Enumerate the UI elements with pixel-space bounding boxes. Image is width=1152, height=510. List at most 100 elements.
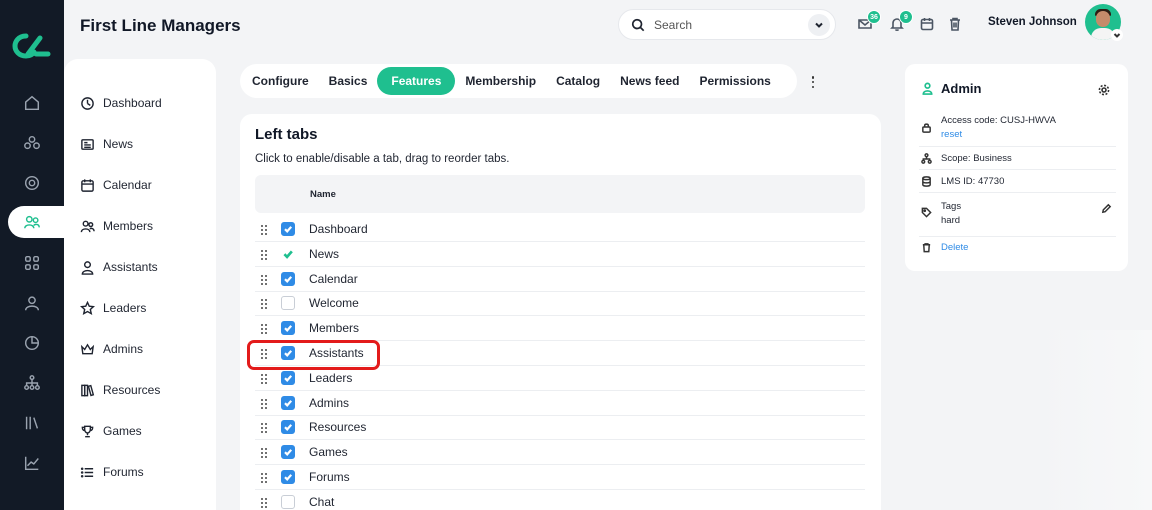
table-row[interactable]: Resources (255, 415, 865, 441)
drag-handle-icon[interactable] (261, 249, 268, 260)
table-row[interactable]: Games (255, 440, 865, 466)
settings-gear-icon[interactable] (1098, 83, 1110, 96)
sidebar-item-dashboard[interactable]: Dashboard (80, 93, 162, 113)
user-name[interactable]: Steven Johnson (988, 16, 1077, 28)
background-fade (1040, 330, 1152, 510)
tab-name: News (309, 246, 340, 261)
tab-features[interactable]: Features (377, 67, 456, 95)
tab-enable-checkbox[interactable] (281, 321, 295, 336)
tags-value: hard (941, 215, 961, 226)
tab-enable-checkbox[interactable] (281, 470, 295, 484)
sidebar-item-calendar[interactable]: Calendar (80, 175, 152, 195)
search-input[interactable] (654, 17, 794, 32)
sidebar-item-forums[interactable]: Forums (80, 462, 144, 482)
avatar-menu-chevron-icon[interactable] (1111, 29, 1123, 41)
drag-handle-icon[interactable] (261, 473, 268, 483)
tab-enable-checkbox[interactable] (281, 370, 295, 385)
sidebar-item-members[interactable]: Members (80, 216, 153, 236)
tab-basics[interactable]: Basics (319, 67, 378, 95)
rail-user-icon[interactable] (22, 293, 42, 313)
messages-button[interactable]: 36 (857, 10, 881, 32)
drag-handle-icon[interactable] (261, 274, 268, 285)
delete-row[interactable]: Delete (919, 237, 1116, 259)
reset-access-code-link[interactable]: reset (941, 129, 962, 140)
sidebar-item-assistants[interactable]: Assistants (80, 257, 158, 277)
highlight-box (247, 340, 380, 370)
tab-membership[interactable]: Membership (455, 67, 546, 95)
tab-permissions[interactable]: Permissions (689, 67, 780, 95)
access-code-row: Access code: CUSJ-HWVA reset (919, 114, 1116, 147)
group-info-panel: Admin Access code: CUSJ-HWVA reset Scope… (905, 64, 1128, 271)
tab-name: Welcome (309, 296, 359, 311)
rail-members-icon[interactable] (8, 206, 66, 238)
rail-library-icon[interactable] (22, 413, 42, 433)
tag-icon (921, 207, 932, 218)
table-row[interactable]: Dashboard (255, 217, 865, 242)
tab-enable-checkbox[interactable] (281, 420, 295, 435)
chevron-down-icon (815, 22, 823, 28)
sidebar-item-leaders[interactable]: Leaders (80, 298, 146, 318)
trash-button[interactable] (947, 16, 963, 32)
scope-row: Scope: Business (919, 147, 1116, 170)
tab-enable-checkbox[interactable] (281, 296, 295, 311)
sidebar-item-games[interactable]: Games (80, 421, 142, 441)
drag-handle-icon[interactable] (261, 373, 268, 384)
trash-icon (950, 17, 960, 31)
drag-handle-icon[interactable] (261, 398, 268, 409)
app-logo[interactable] (12, 32, 52, 60)
notifications-button[interactable]: 9 (889, 10, 913, 32)
rail-groups-icon[interactable] (22, 133, 42, 153)
table-row[interactable]: Admins (255, 391, 865, 416)
rail-hierarchy-icon[interactable] (22, 373, 42, 393)
table-row[interactable]: Forums (255, 465, 865, 490)
sidebar-item-admins[interactable]: Admins (80, 339, 143, 359)
tab-catalog[interactable]: Catalog (546, 67, 610, 95)
tab-name: Members (309, 321, 360, 336)
tab-enable-checkbox[interactable] (281, 222, 295, 236)
search-dropdown-button[interactable] (808, 14, 830, 36)
tab-configure[interactable]: Configure (242, 67, 319, 95)
drag-handle-icon[interactable] (261, 324, 268, 335)
tab-enable-checkbox[interactable] (281, 445, 295, 460)
lms-id-value: LMS ID: 47730 (941, 176, 1005, 187)
news-icon (81, 138, 94, 150)
rail-home-icon[interactable] (22, 93, 42, 113)
column-name-header: Name (310, 189, 336, 200)
tab-enable-checkbox[interactable] (281, 271, 295, 286)
rail-apps-icon[interactable] (22, 253, 42, 273)
table-row[interactable]: Chat (255, 490, 865, 510)
page-title: First Line Managers (80, 16, 241, 35)
table-row[interactable]: News (255, 242, 865, 267)
search-bar[interactable] (618, 9, 836, 40)
calendar-button[interactable] (919, 16, 935, 32)
sidebar-item-resources[interactable]: Resources (80, 380, 160, 400)
drag-handle-icon[interactable] (261, 225, 268, 235)
sidebar-item-news[interactable]: News (80, 134, 133, 154)
table-row[interactable]: Welcome (255, 291, 865, 317)
section-sidebar: Dashboard News Calendar Members Assistan… (64, 59, 216, 510)
rail-target-icon[interactable] (22, 173, 42, 193)
drag-handle-icon[interactable] (261, 423, 268, 434)
section-description: Click to enable/disable a tab, drag to r… (255, 153, 510, 165)
messages-badge: 36 (867, 10, 881, 24)
trash-icon (922, 243, 931, 253)
drag-handle-icon[interactable] (261, 299, 268, 310)
edit-tags-pencil-icon[interactable] (1101, 201, 1112, 214)
delete-link[interactable]: Delete (941, 242, 968, 253)
lock-icon (922, 123, 931, 133)
tab-enable-checkbox[interactable] (281, 494, 295, 509)
tab-news-feed[interactable]: News feed (610, 67, 689, 95)
assistant-icon (81, 260, 94, 275)
members-icon (80, 220, 95, 232)
crown-icon (80, 342, 95, 354)
drag-handle-icon[interactable] (261, 448, 268, 459)
table-row[interactable]: Calendar (255, 267, 865, 292)
table-row[interactable]: Members (255, 316, 865, 342)
rail-analytics-icon[interactable] (22, 453, 42, 473)
tab-enable-checkbox[interactable] (281, 395, 295, 410)
app-rail (0, 0, 66, 510)
lms-id-row: LMS ID: 47730 (919, 170, 1116, 193)
more-options-icon[interactable] (806, 74, 820, 90)
rail-pie-chart-icon[interactable] (22, 333, 42, 353)
drag-handle-icon[interactable] (261, 497, 268, 508)
